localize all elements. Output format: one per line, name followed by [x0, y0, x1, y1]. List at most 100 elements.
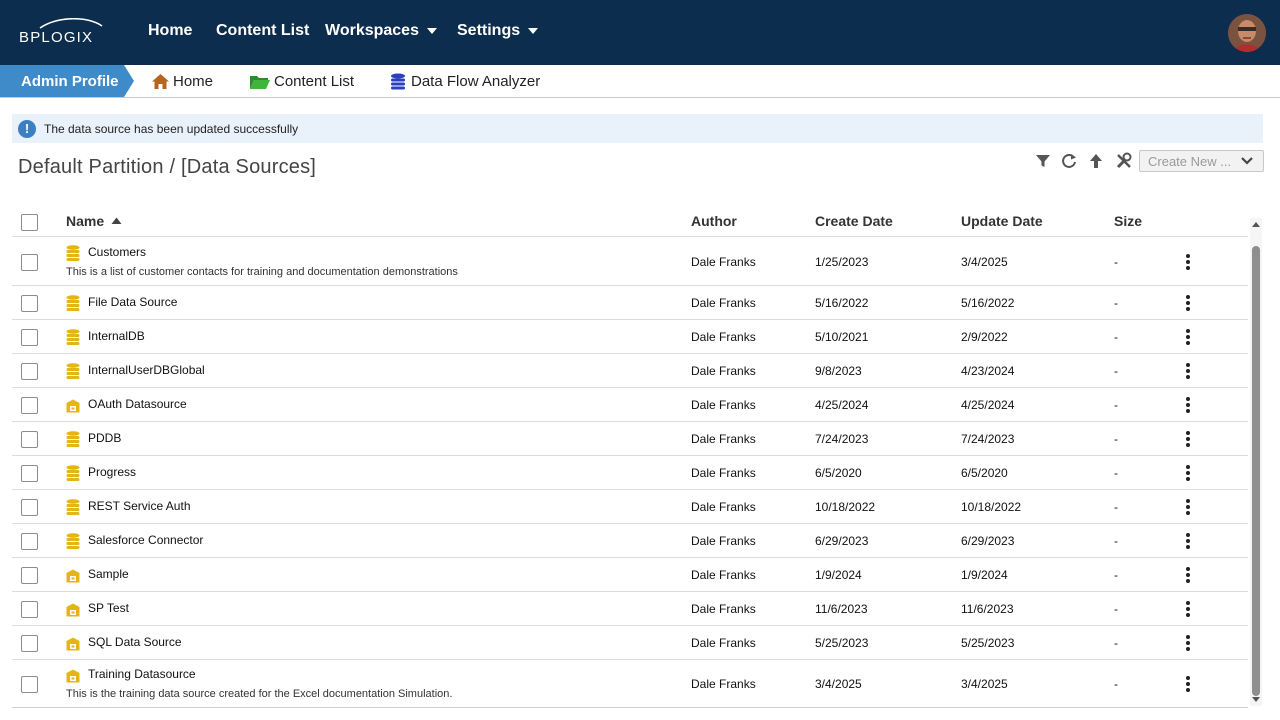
- table-row[interactable]: Customers This is a list of customer cont…: [12, 238, 1248, 286]
- row-name-link[interactable]: OAuth Datasource: [88, 397, 187, 411]
- table-row[interactable]: Progress Dale Franks 6/5/2020 6/5/2020 -: [12, 456, 1248, 490]
- vertical-scrollbar[interactable]: [1250, 218, 1262, 706]
- nav-settings[interactable]: Settings: [457, 22, 539, 40]
- row-checkbox[interactable]: [21, 329, 38, 346]
- row-size: -: [1114, 677, 1118, 691]
- column-header-create-date[interactable]: Create Date: [815, 213, 893, 229]
- row-checkbox[interactable]: [21, 363, 38, 380]
- row-checkbox[interactable]: [21, 676, 38, 693]
- status-message: ! The data source has been updated succe…: [12, 114, 1263, 143]
- breadcrumb-home-label: Home: [173, 72, 214, 90]
- table-row[interactable]: Salesforce Connector Dale Franks 6/29/2023…: [12, 524, 1248, 558]
- logo-text: BPLOGIX: [19, 29, 93, 46]
- breadcrumb-content-list[interactable]: Content List: [250, 65, 354, 97]
- row-checkbox[interactable]: [21, 567, 38, 584]
- row-actions-kebab-icon[interactable]: [1183, 430, 1193, 448]
- row-actions-kebab-icon[interactable]: [1183, 253, 1193, 271]
- scroll-up-arrow-icon[interactable]: [1252, 222, 1260, 227]
- row-checkbox[interactable]: [21, 431, 38, 448]
- row-name-link[interactable]: SP Test: [88, 601, 129, 615]
- row-checkbox[interactable]: [21, 601, 38, 618]
- row-name-link[interactable]: Training Datasource: [88, 667, 196, 681]
- row-create-date: 7/24/2023: [815, 432, 869, 446]
- breadcrumb-admin-profile[interactable]: Admin Profile: [0, 65, 134, 97]
- select-all-checkbox[interactable]: [21, 214, 38, 231]
- nav-home[interactable]: Home: [148, 22, 192, 40]
- column-header-name[interactable]: Name: [66, 213, 122, 229]
- table-row[interactable]: OAuth Datasource Dale Franks 4/25/2024 4/25…: [12, 388, 1248, 422]
- column-header-update-date[interactable]: Update Date: [961, 213, 1043, 229]
- table-row[interactable]: REST Service Auth Dale Franks 10/18/2022 10…: [12, 490, 1248, 524]
- create-new-dropdown[interactable]: Create New ...: [1139, 150, 1264, 172]
- row-name-link[interactable]: SQL Data Source: [88, 635, 182, 649]
- row-actions-kebab-icon[interactable]: [1183, 396, 1193, 414]
- column-header-size[interactable]: Size: [1114, 213, 1142, 229]
- database-icon: [66, 245, 80, 261]
- nav-workspaces[interactable]: Workspaces: [325, 22, 437, 40]
- breadcrumb-home[interactable]: Home: [152, 65, 213, 97]
- scrollbar-thumb[interactable]: [1252, 246, 1260, 696]
- row-checkbox[interactable]: [21, 465, 38, 482]
- row-size: -: [1114, 466, 1118, 480]
- row-size: -: [1114, 255, 1118, 269]
- caret-down-icon: [528, 28, 539, 34]
- breadcrumb-data-flow-analyzer[interactable]: Data Flow Analyzer: [389, 65, 540, 97]
- row-checkbox[interactable]: [21, 499, 38, 516]
- row-name-link[interactable]: Salesforce Connector: [88, 533, 203, 547]
- nav-label: Content List: [216, 22, 310, 39]
- nav-label: Workspaces: [325, 22, 419, 39]
- row-author: Dale Franks: [691, 255, 756, 269]
- row-checkbox[interactable]: [21, 533, 38, 550]
- tools-icon[interactable]: [1115, 152, 1133, 170]
- table-row[interactable]: PDDB Dale Franks 7/24/2023 7/24/2023 -: [12, 422, 1248, 456]
- row-name-link[interactable]: PDDB: [88, 431, 121, 445]
- table-row[interactable]: InternalUserDBGlobal Dale Franks 9/8/2023 4…: [12, 354, 1248, 388]
- row-author: Dale Franks: [691, 677, 756, 691]
- table-row[interactable]: File Data Source Dale Franks 5/16/2022 5/16…: [12, 286, 1248, 320]
- row-actions-kebab-icon[interactable]: [1183, 600, 1193, 618]
- column-header-author[interactable]: Author: [691, 213, 737, 229]
- row-create-date: 5/10/2021: [815, 330, 869, 344]
- row-actions-kebab-icon[interactable]: [1183, 566, 1193, 584]
- nav-content-list[interactable]: Content List: [216, 22, 309, 40]
- table-row[interactable]: Sample Dale Franks 1/9/2024 1/9/2024 -: [12, 558, 1248, 592]
- refresh-icon[interactable]: [1060, 152, 1078, 170]
- row-author: Dale Franks: [691, 466, 756, 480]
- row-actions-kebab-icon[interactable]: [1183, 634, 1193, 652]
- row-size: -: [1114, 364, 1118, 378]
- table-row[interactable]: InternalDB Dale Franks 5/10/2021 2/9/2022 -: [12, 320, 1248, 354]
- filter-icon[interactable]: [1034, 152, 1052, 170]
- row-name-link[interactable]: Customers: [88, 245, 146, 259]
- table-row[interactable]: Training Datasource This is the training …: [12, 660, 1248, 707]
- row-size: -: [1114, 432, 1118, 446]
- row-name-link[interactable]: InternalDB: [88, 329, 145, 343]
- row-actions-kebab-icon[interactable]: [1183, 328, 1193, 346]
- app-window: BPLOGIX Home Content List Workspaces Settin…: [0, 0, 1280, 720]
- bplogix-logo[interactable]: BPLOGIX: [18, 18, 108, 46]
- user-avatar[interactable]: [1228, 14, 1266, 52]
- scroll-down-arrow-icon[interactable]: [1252, 697, 1260, 702]
- row-name-link[interactable]: File Data Source: [88, 295, 177, 309]
- row-checkbox[interactable]: [21, 295, 38, 312]
- row-author: Dale Franks: [691, 500, 756, 514]
- row-checkbox[interactable]: [21, 397, 38, 414]
- up-arrow-icon[interactable]: [1087, 152, 1105, 170]
- row-actions-kebab-icon[interactable]: [1183, 464, 1193, 482]
- row-name-link[interactable]: Sample: [88, 567, 129, 581]
- row-actions-kebab-icon[interactable]: [1183, 675, 1193, 693]
- row-name-link[interactable]: InternalUserDBGlobal: [88, 363, 205, 377]
- table-row[interactable]: SP Test Dale Franks 11/6/2023 11/6/2023 -: [12, 592, 1248, 626]
- table-row[interactable]: SQL Data Source Dale Franks 5/25/2023 5/25/…: [12, 626, 1248, 660]
- row-actions-kebab-icon[interactable]: [1183, 294, 1193, 312]
- row-update-date: 3/4/2025: [961, 677, 1008, 691]
- row-checkbox[interactable]: [21, 635, 38, 652]
- row-create-date: 11/6/2023: [815, 602, 868, 616]
- row-create-date: 5/25/2023: [815, 636, 869, 650]
- row-actions-kebab-icon[interactable]: [1183, 498, 1193, 516]
- connector-icon: [66, 603, 80, 617]
- row-actions-kebab-icon[interactable]: [1183, 362, 1193, 380]
- row-checkbox[interactable]: [21, 254, 38, 271]
- row-name-link[interactable]: Progress: [88, 465, 136, 479]
- row-name-link[interactable]: REST Service Auth: [88, 499, 191, 513]
- row-actions-kebab-icon[interactable]: [1183, 532, 1193, 550]
